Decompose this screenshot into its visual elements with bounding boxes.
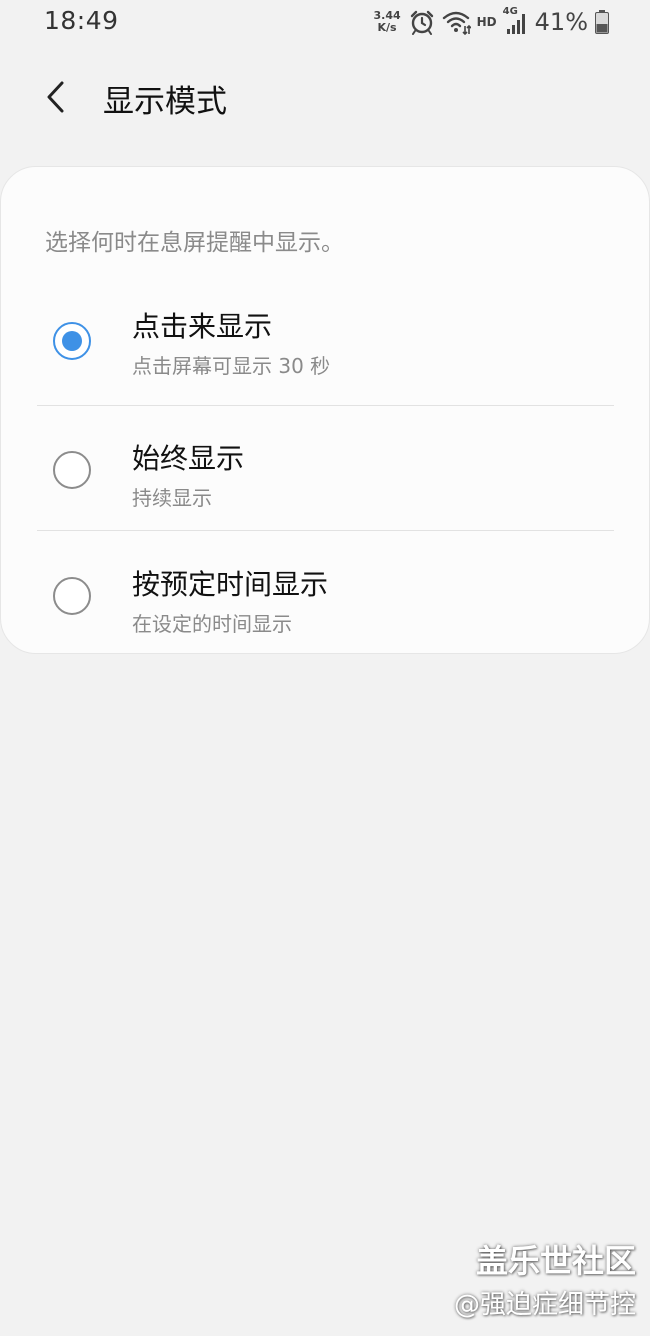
- option-always-show[interactable]: 始终显示 持续显示: [1, 405, 650, 531]
- battery-icon: [594, 9, 610, 35]
- alarm-icon: [409, 9, 435, 35]
- option-subtitle: 在设定的时间显示: [132, 612, 292, 636]
- status-time: 18:49: [44, 6, 119, 35]
- hd-label: HD: [476, 15, 497, 29]
- net-speed: 3.44 K/s: [374, 10, 401, 34]
- battery-percent: 41%: [534, 8, 588, 36]
- back-button[interactable]: [30, 72, 80, 122]
- option-title: 按预定时间显示: [132, 568, 329, 601]
- radio-button[interactable]: [53, 577, 91, 615]
- watermark-title: 盖乐世社区: [475, 1242, 636, 1280]
- app-header: 显示模式: [0, 66, 650, 126]
- radio-button[interactable]: [53, 451, 91, 489]
- option-subtitle: 持续显示: [132, 486, 212, 510]
- display-mode-card: 选择何时在息屏提醒中显示。 点击来显示 点击屏幕可显示 30 秒 始终显示 持续…: [0, 166, 650, 654]
- status-bar: 18:49 3.44 K/s HD 4G 41%: [0, 0, 650, 44]
- option-scheduled-show[interactable]: 按预定时间显示 在设定的时间显示: [1, 531, 650, 657]
- radio-dot: [62, 331, 82, 351]
- option-title: 点击来显示: [132, 310, 273, 343]
- net-speed-unit: K/s: [377, 21, 397, 34]
- page-title: 显示模式: [103, 84, 227, 120]
- option-tap-to-show[interactable]: 点击来显示 点击屏幕可显示 30 秒: [1, 279, 650, 405]
- card-description: 选择何时在息屏提醒中显示。: [45, 230, 344, 256]
- back-arrow-icon: [43, 80, 67, 114]
- option-subtitle: 点击屏幕可显示 30 秒: [132, 354, 331, 378]
- radio-button-selected[interactable]: [53, 322, 91, 360]
- signal-icon: 4G: [503, 6, 529, 36]
- wifi-icon: [441, 9, 471, 35]
- status-icons: 3.44 K/s HD 4G 41%: [374, 6, 611, 38]
- option-title: 始终显示: [132, 442, 245, 475]
- watermark-handle: @强迫症细节控: [453, 1290, 636, 1320]
